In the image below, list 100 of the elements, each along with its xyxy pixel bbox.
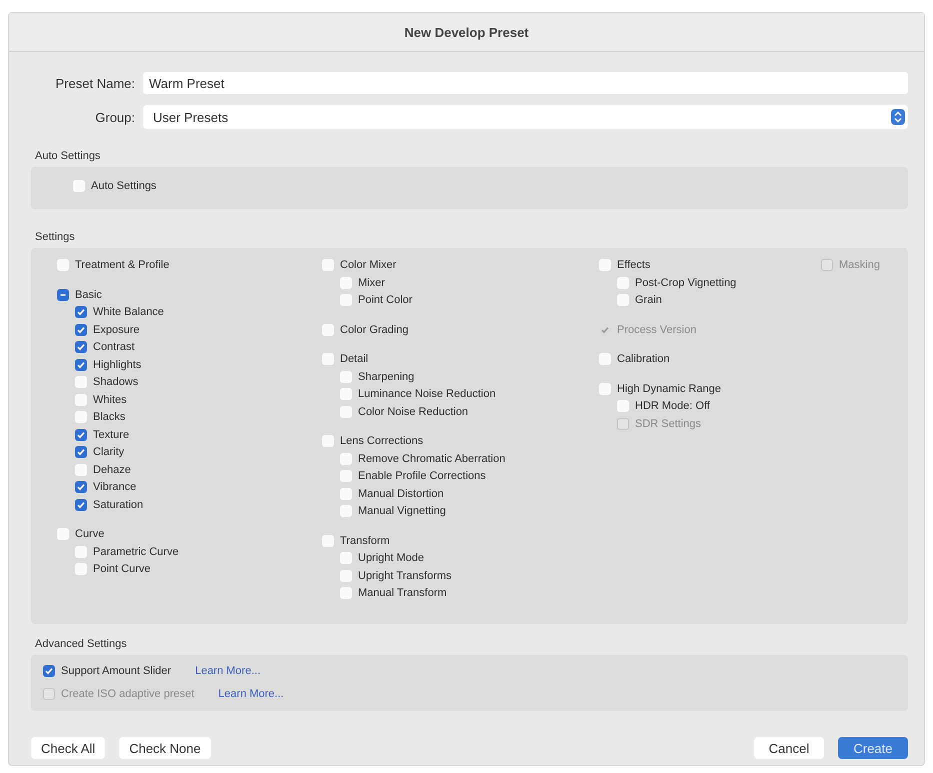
checkbox-label: Create ISO adaptive preset (61, 688, 194, 700)
checkbox[interactable] (75, 446, 87, 458)
checkbox-label: Highlights (93, 358, 142, 371)
cancel-button[interactable]: Cancel (754, 737, 824, 759)
checkbox-label: Point Curve (93, 563, 150, 576)
checkbox[interactable] (43, 664, 55, 676)
checkbox-label: Masking (839, 259, 880, 272)
checkbox-label: Whites (93, 394, 127, 406)
checkbox[interactable] (599, 382, 611, 395)
checkbox[interactable] (340, 470, 352, 482)
checkbox[interactable] (617, 294, 629, 306)
checkbox[interactable] (75, 306, 87, 318)
group-select[interactable]: User Presets (143, 105, 908, 129)
checkbox[interactable] (75, 411, 87, 424)
checkbox[interactable] (75, 546, 87, 558)
checkbox[interactable] (340, 370, 352, 383)
checkbox-label: Upright Mode (358, 552, 424, 564)
checkbox-label: Detail (340, 353, 368, 366)
checkbox[interactable] (75, 464, 87, 476)
checkbox-label: High Dynamic Range (617, 382, 721, 395)
checkbox[interactable] (599, 259, 611, 272)
checkbox-label: Enable Profile Corrections (358, 470, 486, 482)
checkbox[interactable] (75, 481, 87, 494)
checkbox[interactable] (599, 353, 611, 366)
checkbox[interactable] (322, 324, 334, 336)
section-title: Advanced Settings (35, 638, 128, 650)
footer-button[interactable]: Check All (31, 737, 106, 759)
checkbox[interactable] (75, 376, 87, 388)
check-icon (76, 482, 86, 492)
checkbox-label: Calibration (617, 353, 670, 366)
checkbox-label: Sharpening (358, 370, 414, 383)
checkbox-label: Lens Corrections (340, 435, 424, 448)
checkbox[interactable] (75, 394, 87, 406)
checkbox-label: Exposure (93, 324, 140, 336)
checkbox-label: Parametric Curve (93, 546, 179, 558)
check-icon (76, 500, 86, 510)
checkbox[interactable] (75, 324, 87, 336)
check-icon (44, 666, 54, 676)
checkbox[interactable] (322, 259, 334, 272)
checkbox-label: Process Version (617, 324, 696, 336)
check-icon (76, 430, 86, 440)
checkbox-label: Saturation (93, 498, 144, 511)
preset-name-field[interactable]: Warm Preset (143, 72, 908, 94)
checkbox[interactable] (340, 294, 352, 306)
checkbox-label: Point Color (358, 294, 412, 306)
checkbox-label: Shadows (93, 376, 138, 388)
checkbox[interactable] (75, 563, 87, 576)
checkbox-label: Transform (340, 534, 390, 547)
checkbox[interactable] (57, 259, 69, 272)
checkbox-label: Manual Transform (358, 587, 447, 600)
checkbox[interactable] (617, 400, 629, 412)
stepper-icon (891, 109, 905, 125)
checkbox-label: HDR Mode: Off (635, 400, 710, 412)
checkbox[interactable] (322, 435, 334, 448)
checkbox[interactable] (340, 488, 352, 500)
checkbox[interactable] (617, 276, 629, 289)
checkbox[interactable] (57, 528, 69, 540)
checkbox-label: Treatment & Profile (75, 259, 170, 272)
checkbox-label: Texture (93, 428, 130, 441)
checkbox[interactable] (340, 452, 352, 465)
check-icon (76, 360, 86, 370)
checkbox-label: Manual Distortion (358, 488, 444, 500)
checkbox-label: White Balance (93, 306, 164, 318)
checkbox-label: Manual Vignetting (358, 505, 446, 518)
checkbox[interactable] (340, 276, 352, 289)
checkbox-label: Basic (75, 288, 102, 301)
checkbox[interactable] (75, 341, 87, 354)
checkbox-label: Upright Transforms (358, 570, 452, 582)
checkbox[interactable] (340, 552, 352, 564)
checkbox[interactable] (57, 288, 69, 301)
checkbox-label: Clarity (93, 446, 124, 458)
check-icon (76, 447, 86, 458)
checkbox[interactable] (340, 388, 352, 400)
checkbox-label: Blacks (93, 411, 126, 424)
checkbox-label: Color Grading (340, 324, 408, 336)
checkbox-label: Mixer (358, 276, 385, 289)
checkbox[interactable] (340, 587, 352, 600)
footer-button[interactable]: Check None (119, 737, 211, 759)
checkbox[interactable] (322, 353, 334, 366)
check-icon (76, 324, 86, 335)
section-title: Settings (35, 230, 76, 242)
checkbox[interactable] (340, 505, 352, 518)
check-icon (76, 342, 86, 352)
checkbox[interactable] (340, 406, 352, 418)
checkbox-label: Vibrance (93, 481, 136, 494)
checkbox[interactable] (75, 498, 87, 511)
checkbox-label: Curve (75, 528, 104, 540)
section-title: Auto Settings (35, 150, 102, 162)
checkbox-label: Dehaze (93, 464, 131, 476)
checkbox-label: Color Noise Reduction (358, 406, 468, 418)
learn-more-link[interactable]: Learn More... (195, 664, 260, 676)
checkbox[interactable] (75, 358, 87, 371)
checkbox[interactable] (73, 180, 85, 192)
checkbox-label: Luminance Noise Reduction (358, 388, 496, 400)
checkbox[interactable] (75, 428, 87, 441)
checkbox[interactable] (322, 534, 334, 547)
check-icon (76, 307, 86, 318)
checkbox-label: Effects (617, 259, 650, 272)
checkbox-label: Color Mixer (340, 259, 396, 272)
checkbox[interactable] (340, 570, 352, 582)
